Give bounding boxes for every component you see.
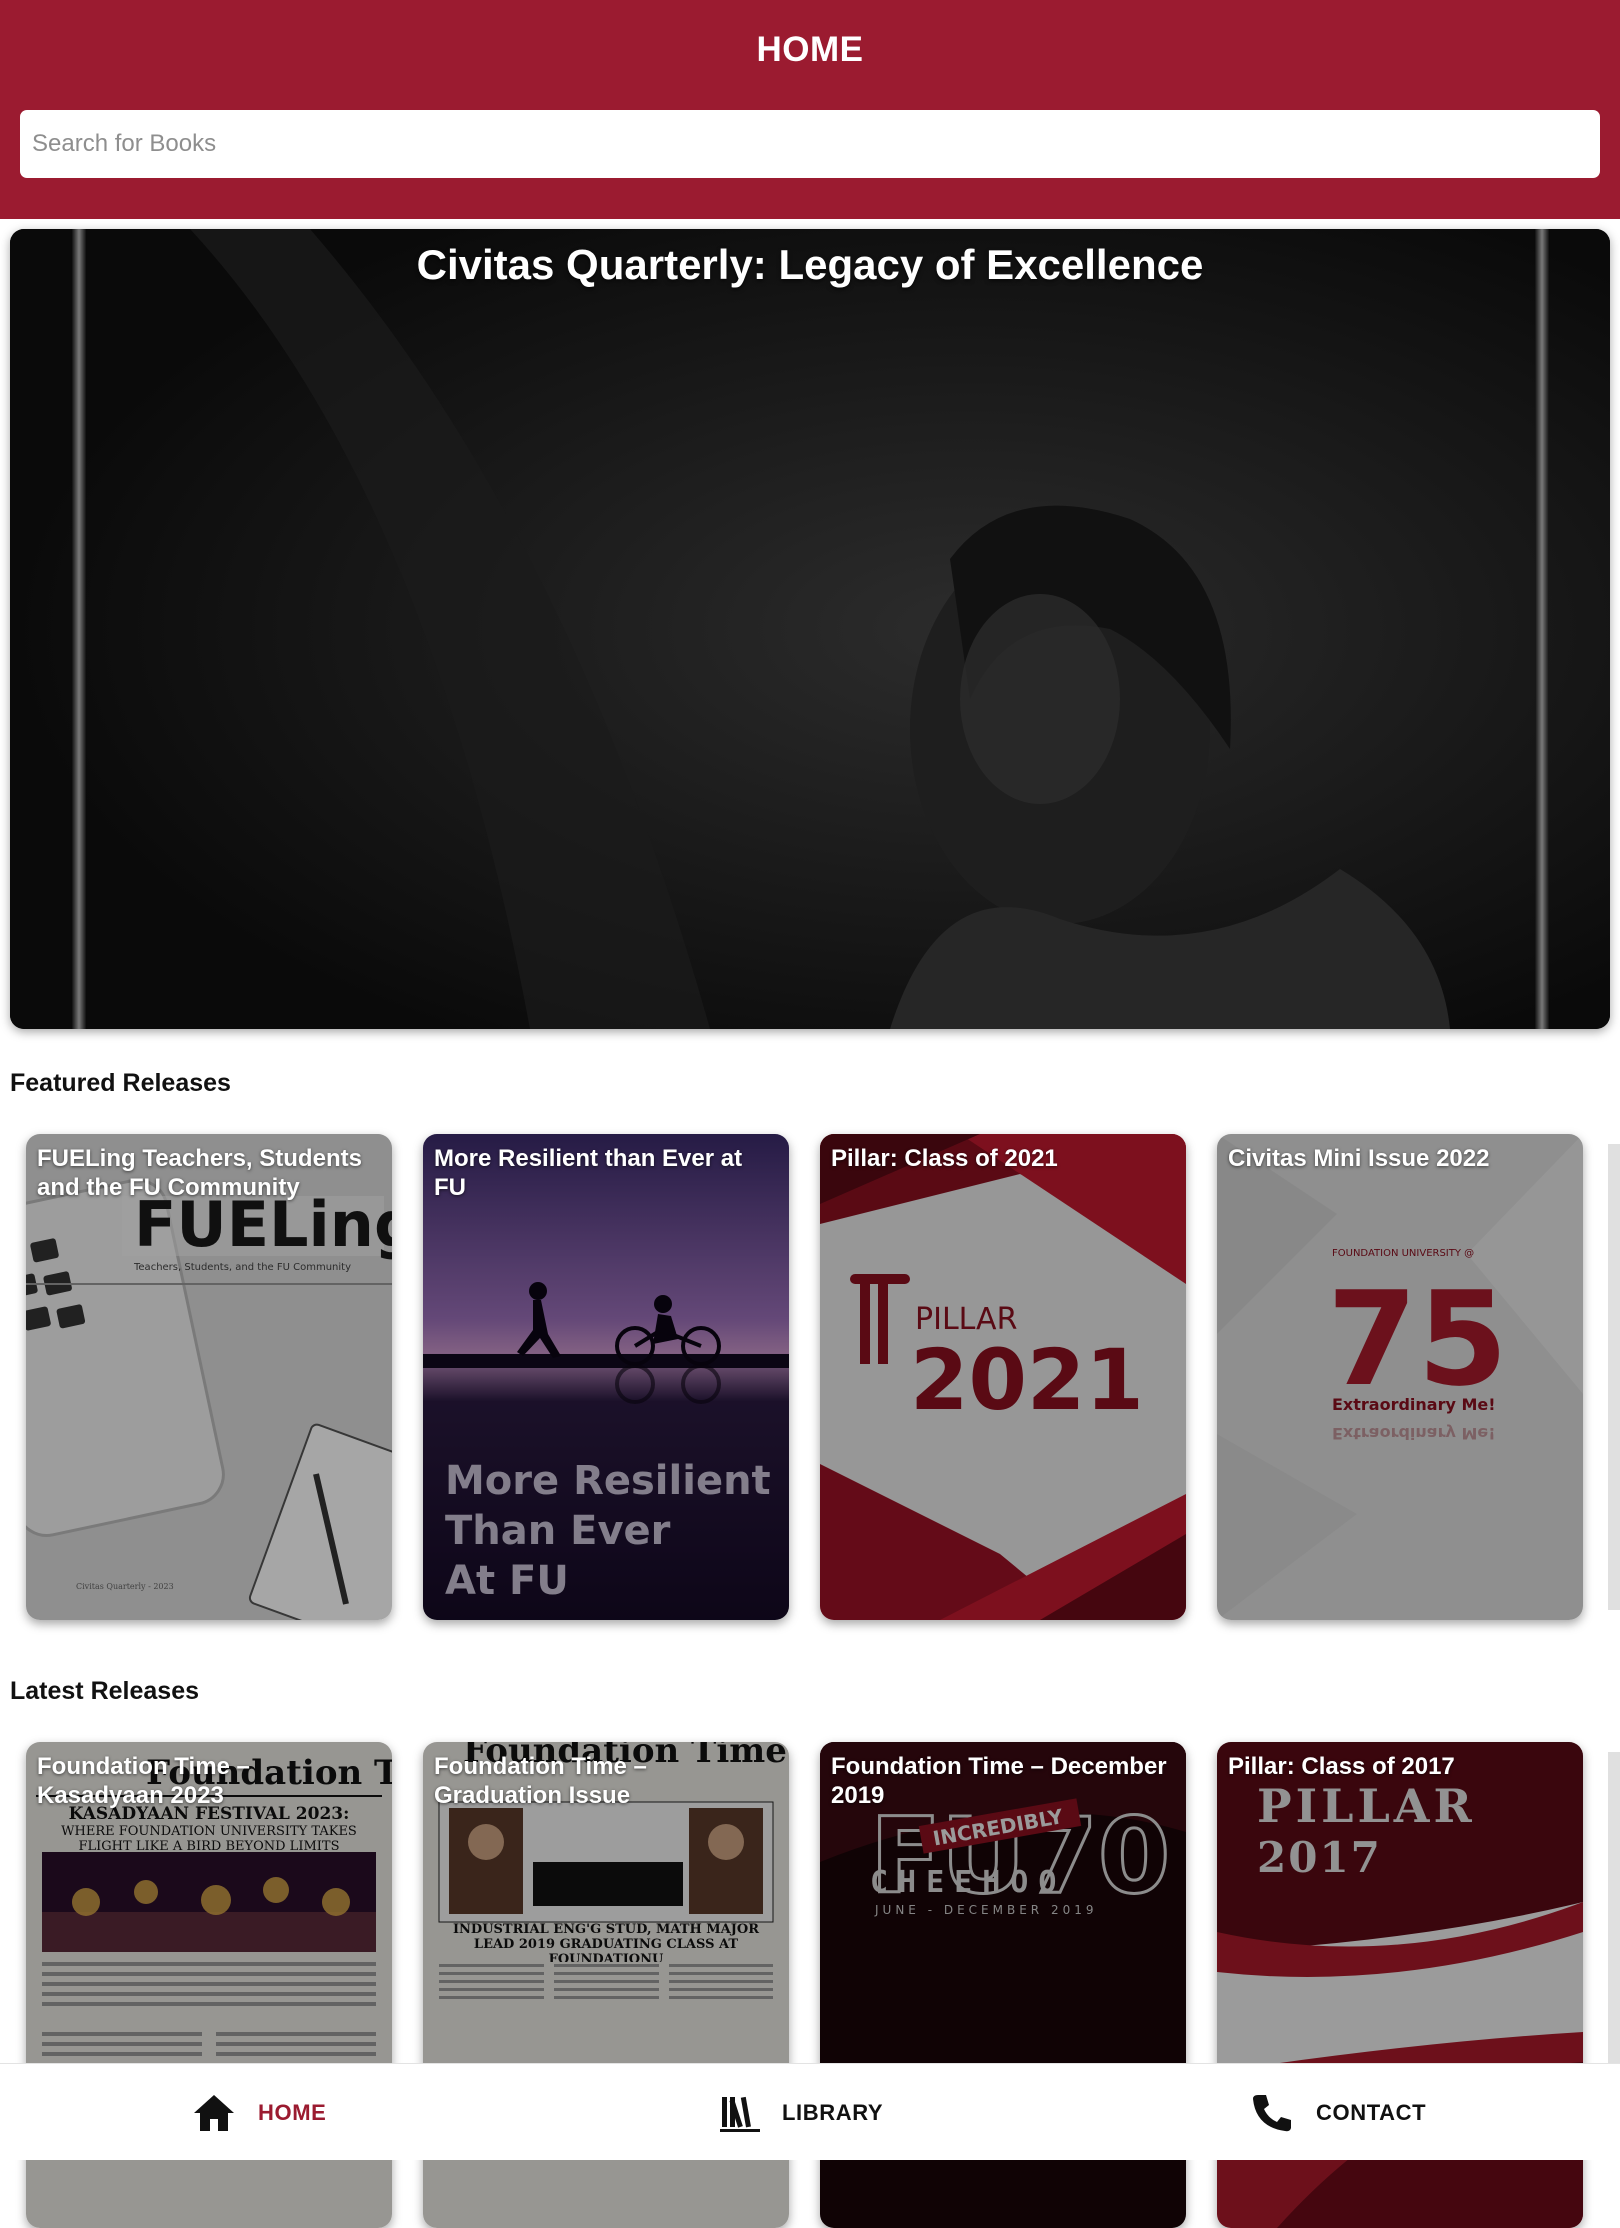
card-title: Pillar: Class of 2021	[831, 1144, 1175, 1173]
library-icon	[720, 2093, 760, 2133]
featured-releases-heading: Featured Releases	[10, 1069, 231, 1098]
card-title: Foundation Time – Kasadyaan 2023	[37, 1752, 381, 1810]
page-title: HOME	[0, 30, 1620, 70]
featured-card-civitas-mini[interactable]: FOUNDATION UNIVERSITY @ 75 Extraordinary…	[1217, 1134, 1583, 1620]
nav-contact[interactable]: CONTACT	[1250, 2064, 1426, 2161]
next-card-peek	[1608, 1752, 1620, 2063]
nav-library[interactable]: LIBRARY	[720, 2064, 883, 2161]
search-box[interactable]	[20, 110, 1600, 178]
hero-image	[10, 229, 1610, 1029]
nav-home-label: HOME	[258, 2100, 326, 2126]
card-title: FUELing Teachers, Students and the FU Co…	[37, 1144, 381, 1202]
hero-title: Civitas Quarterly: Legacy of Excellence	[10, 241, 1610, 289]
hero-banner[interactable]: Civitas Quarterly: Legacy of Excellence	[10, 229, 1610, 1029]
nav-home[interactable]: HOME	[192, 2064, 326, 2161]
card-title: Foundation Time – December 2019	[831, 1752, 1175, 1810]
card-title: Civitas Mini Issue 2022	[1228, 1144, 1572, 1173]
featured-card-resilient[interactable]: More Resilient Than Ever At FU More Resi…	[423, 1134, 789, 1620]
card-title: More Resilient than Ever at FU	[434, 1144, 778, 1202]
nav-library-label: LIBRARY	[782, 2100, 883, 2126]
bottom-nav: HOME LIBRARY CONTACT	[0, 2063, 1620, 2160]
nav-contact-label: CONTACT	[1316, 2100, 1426, 2126]
next-card-peek	[1608, 1144, 1620, 1610]
latest-releases-heading: Latest Releases	[10, 1677, 199, 1706]
featured-card-pillar-2021[interactable]: PILLAR 2021 Pillar: Class of 2021	[820, 1134, 1186, 1620]
phone-icon	[1250, 2093, 1294, 2133]
featured-card-fueling[interactable]: FUELing Teachers, Students, and the FU C…	[26, 1134, 392, 1620]
card-title: Foundation Time – Graduation Issue	[434, 1752, 778, 1810]
search-input[interactable]	[20, 110, 1600, 178]
card-title: Pillar: Class of 2017	[1228, 1752, 1572, 1781]
app-header: HOME	[0, 0, 1620, 219]
home-icon	[192, 2093, 236, 2133]
